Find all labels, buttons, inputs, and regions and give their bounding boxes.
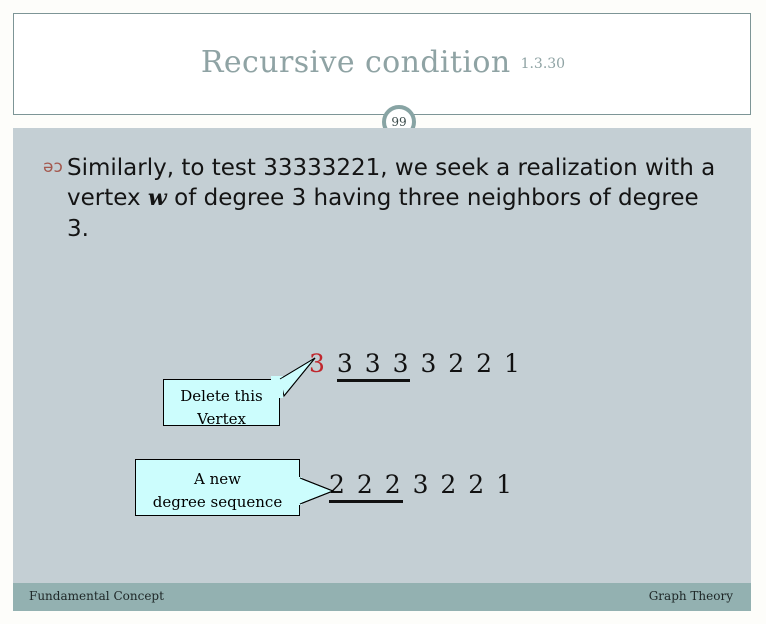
header-rule-left (13, 114, 375, 115)
footer-left-label: Fundamental Concept (29, 589, 164, 603)
degree-sequence-new: 2 2 2 3 2 2 1 (329, 470, 515, 503)
page-title: Recursive condition (200, 45, 511, 80)
degree-sequence-original: 3 3 3 3 3 2 2 1 (309, 349, 522, 382)
callout-new-degree-sequence: A new degree sequence (135, 459, 300, 516)
callout-delete-vertex: Delete this Vertex (163, 379, 280, 428)
header-rule-right (417, 114, 751, 115)
callout-delete-line2: Vertex (197, 409, 246, 428)
reduced-degrees-marked: 2 2 2 (329, 470, 403, 503)
slide-footer: Fundamental Concept Graph Theory (13, 583, 751, 611)
page-subtitle: 1.3.30 (520, 56, 566, 72)
remaining-degrees-new: 3 2 2 1 (412, 470, 515, 499)
footer-right-label: Graph Theory (648, 589, 733, 603)
callout-newseq-line2: degree sequence (152, 493, 283, 512)
bullet-marker-icon: əɔ (43, 157, 63, 177)
vertex-variable: w (147, 185, 167, 212)
remaining-degrees: 3 2 2 1 (420, 349, 522, 378)
bullet-item: əɔ Similarly, to test 33333221, we seek … (43, 153, 723, 244)
neighbor-degrees-marked: 3 3 3 (336, 349, 411, 382)
bullet-text: Similarly, to test 33333221, we seek a r… (67, 153, 723, 244)
deleted-vertex-degree: 3 (309, 349, 327, 378)
slide: Recursive condition 1.3.30 99 əɔ Similarl… (13, 13, 753, 611)
callout-delete-line1: Delete this (180, 387, 263, 405)
callout-newseq-line1: A new (194, 470, 241, 488)
title-row: Recursive condition 1.3.30 (13, 45, 753, 80)
slide-body: əɔ Similarly, to test 33333221, we seek … (13, 128, 751, 583)
